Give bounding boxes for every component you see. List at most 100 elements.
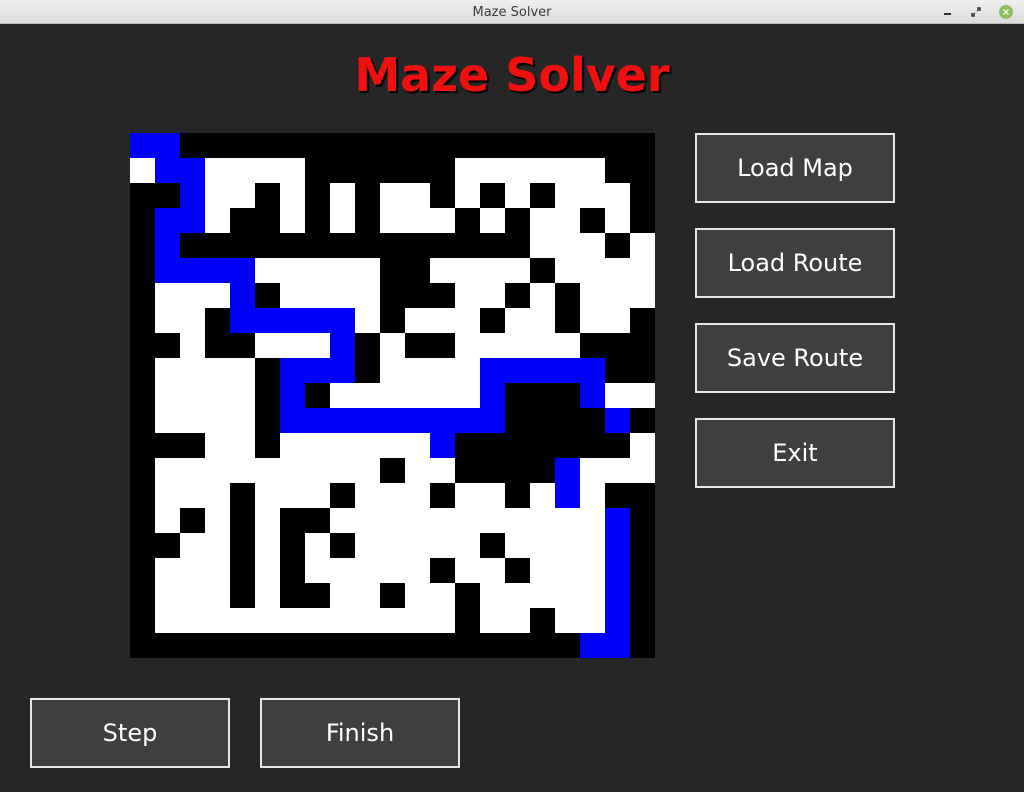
maze-open-cell: [180, 558, 206, 584]
maze-route-cell: [280, 308, 306, 334]
maze-wall-cell: [530, 258, 556, 284]
maze-wall-cell: [380, 633, 406, 658]
maze-open-cell: [380, 533, 406, 559]
maze-open-cell: [355, 433, 381, 459]
maze-wall-cell: [630, 408, 655, 434]
save-route-button[interactable]: Save Route: [695, 323, 895, 393]
maze-wall-cell: [305, 583, 331, 609]
maze-wall-cell: [605, 358, 631, 384]
maze-open-cell: [505, 608, 531, 634]
maze-wall-cell: [305, 183, 331, 209]
maze-open-cell: [480, 158, 506, 184]
maze-wall-cell: [630, 333, 655, 359]
maze-open-cell: [230, 408, 256, 434]
window-titlebar[interactable]: Maze Solver ×: [0, 0, 1024, 24]
maze-wall-cell: [380, 158, 406, 184]
maze-open-cell: [580, 483, 606, 509]
maze-wall-cell: [405, 283, 431, 309]
maze-route-cell: [305, 308, 331, 334]
maze-wall-cell: [280, 533, 306, 559]
maze-wall-cell: [130, 208, 156, 234]
maze-route-cell: [155, 208, 181, 234]
maze-route-cell: [180, 158, 206, 184]
maze-wall-cell: [580, 408, 606, 434]
maze-wall-cell: [630, 308, 655, 334]
maze-wall-cell: [255, 133, 281, 159]
close-icon[interactable]: ×: [998, 4, 1014, 20]
maze-route-cell: [330, 358, 356, 384]
maze-open-cell: [580, 608, 606, 634]
maze-open-cell: [355, 308, 381, 334]
maze-route-cell: [530, 358, 556, 384]
maze-route-cell: [580, 633, 606, 658]
maze-wall-cell: [455, 233, 481, 259]
maze-open-cell: [205, 208, 231, 234]
exit-button[interactable]: Exit: [695, 418, 895, 488]
maze-wall-cell: [280, 233, 306, 259]
maze-open-cell: [355, 383, 381, 409]
maze-wall-cell: [480, 183, 506, 209]
maze-wall-cell: [155, 633, 181, 658]
maze-open-cell: [405, 358, 431, 384]
maze-open-cell: [455, 483, 481, 509]
maze-wall-cell: [305, 633, 331, 658]
maze-wall-cell: [130, 633, 156, 658]
step-button[interactable]: Step: [30, 698, 230, 768]
maze-wall-cell: [580, 133, 606, 159]
maze-wall-cell: [480, 533, 506, 559]
maze-open-cell: [480, 283, 506, 309]
maze-open-cell: [305, 458, 331, 484]
load-map-button[interactable]: Load Map: [695, 133, 895, 203]
maze-route-cell: [330, 408, 356, 434]
maze-wall-cell: [605, 133, 631, 159]
maze-open-cell: [505, 508, 531, 534]
maze-open-cell: [480, 558, 506, 584]
maze-wall-cell: [305, 158, 331, 184]
maze-open-cell: [530, 483, 556, 509]
maze-wall-cell: [430, 158, 456, 184]
maze-wall-cell: [130, 433, 156, 459]
maze-wall-cell: [630, 558, 655, 584]
app-heading: Maze Solver: [354, 48, 670, 102]
maze-open-cell: [630, 383, 655, 409]
maze-wall-cell: [230, 633, 256, 658]
maze-open-cell: [280, 158, 306, 184]
maze-open-cell: [605, 258, 631, 284]
maze-open-cell: [455, 183, 481, 209]
maze-route-cell: [230, 308, 256, 334]
maze-open-cell: [355, 458, 381, 484]
maze-open-cell: [205, 483, 231, 509]
maze-open-cell: [230, 458, 256, 484]
maze-wall-cell: [255, 383, 281, 409]
load-route-button[interactable]: Load Route: [695, 228, 895, 298]
minimize-icon[interactable]: [939, 4, 955, 20]
maze-open-cell: [555, 608, 581, 634]
maze-wall-cell: [355, 208, 381, 234]
maze-open-cell: [630, 258, 655, 284]
maze-wall-cell: [530, 133, 556, 159]
maze-wall-cell: [480, 458, 506, 484]
maze-wall-cell: [530, 633, 556, 658]
maze-open-cell: [330, 608, 356, 634]
maze-open-cell: [155, 383, 181, 409]
maze-open-cell: [280, 183, 306, 209]
maze-open-cell: [355, 533, 381, 559]
maze-open-cell: [205, 508, 231, 534]
maze-route-cell: [605, 583, 631, 609]
maze-route-cell: [605, 558, 631, 584]
maze-open-cell: [630, 283, 655, 309]
maze-open-cell: [180, 583, 206, 609]
maze-wall-cell: [430, 483, 456, 509]
restore-icon[interactable]: [968, 4, 984, 20]
maze-wall-cell: [130, 283, 156, 309]
maze-open-cell: [380, 333, 406, 359]
maze-wall-cell: [330, 483, 356, 509]
finish-button[interactable]: Finish: [260, 698, 460, 768]
maze-wall-cell: [555, 308, 581, 334]
maze-open-cell: [255, 258, 281, 284]
maze-open-cell: [405, 508, 431, 534]
maze-open-cell: [605, 458, 631, 484]
maze-wall-cell: [380, 458, 406, 484]
maze-wall-cell: [380, 233, 406, 259]
maze-wall-cell: [205, 133, 231, 159]
